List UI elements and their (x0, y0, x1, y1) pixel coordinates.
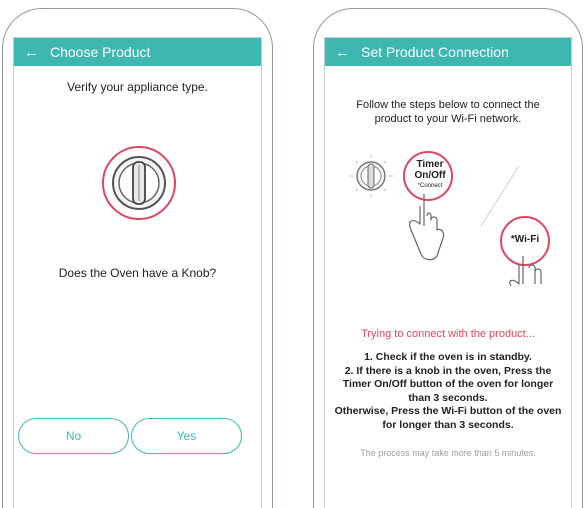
no-button[interactable]: No (18, 418, 129, 454)
connection-steps: 1. Check if the oven is in standby. 2. I… (327, 351, 569, 432)
duration-note: The process may take more than 5 minutes… (360, 448, 536, 458)
step-2-line-2: Timer On/Off button of the oven for long… (342, 378, 554, 390)
screen-title: Set Product Connection (361, 44, 509, 60)
instructions-line-1: Follow the steps below to connect the (356, 99, 540, 111)
timer-label-line-2: On/Off (414, 170, 446, 181)
screen-title: Choose Product (50, 44, 151, 60)
instructions: Follow the steps below to connect the pr… (331, 98, 565, 126)
yes-button[interactable]: Yes (131, 418, 242, 454)
step-2-line-5: for longer than 3 seconds. (382, 418, 514, 431)
choose-product-screen: ← Choose Product Verify your appliance t… (13, 37, 262, 508)
timer-button-label: Timer On/Off *Connect (408, 159, 452, 192)
knob-question: Does the Oven have a Knob? (58, 266, 217, 280)
back-arrow-icon[interactable]: ← (335, 44, 361, 61)
phone-frame-right: ← Set Product Connection Follow the step… (313, 8, 583, 508)
wifi-button-label: *Wi-Fi (510, 234, 540, 245)
step-2-line-3: than 3 seconds. (408, 391, 488, 404)
app-bar: ← Set Product Connection (325, 38, 571, 66)
hand-pointer-icon (409, 194, 445, 261)
phone-frame-left: ← Choose Product Verify your appliance t… (2, 8, 273, 508)
step-2-line-4: Otherwise, Press the Wi-Fi button of the… (334, 405, 562, 417)
oven-knob-icon (101, 146, 176, 220)
timer-label-line-1: Timer (416, 159, 444, 170)
step-1: 1. Check if the oven is in standby. (364, 351, 532, 363)
verify-prompt: Verify your appliance type. (67, 80, 208, 94)
step-2-line-1: 2. If there is a knob in the oven, Press… (344, 364, 552, 377)
timer-sub-label: *Connect (417, 183, 443, 189)
app-bar: ← Choose Product (14, 38, 261, 66)
set-connection-screen: ← Set Product Connection Follow the step… (324, 37, 572, 508)
instructions-line-2: product to your Wi-Fi network. (374, 113, 522, 125)
small-knob-icon (349, 155, 393, 197)
connection-status: Trying to connect with the product... (361, 328, 535, 340)
back-arrow-icon[interactable]: ← (24, 44, 50, 61)
